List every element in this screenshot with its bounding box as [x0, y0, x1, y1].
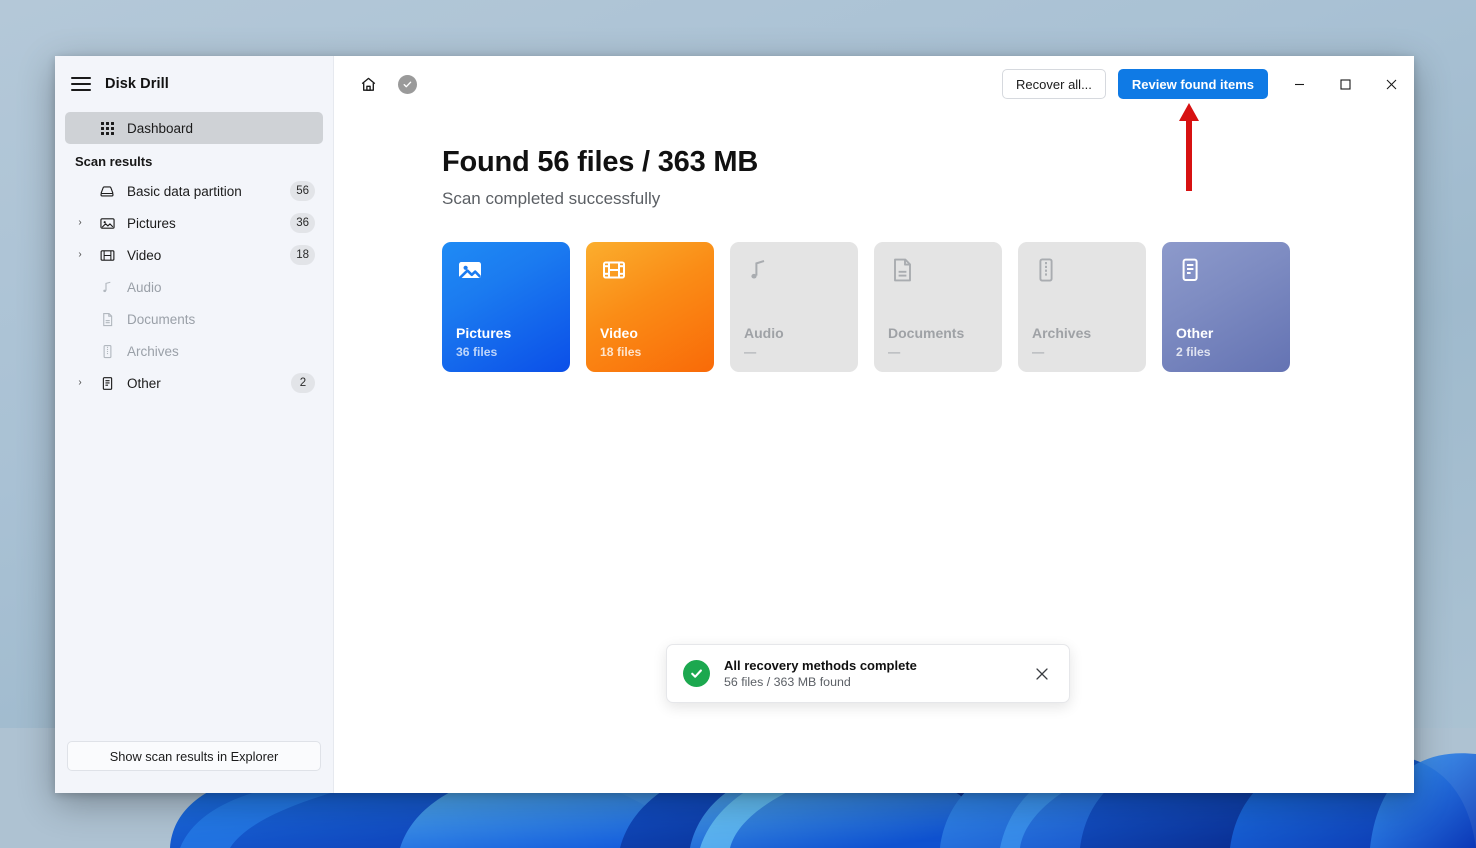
card-count: 36 files	[456, 345, 498, 359]
sidebar: Disk Drill › Dash	[55, 56, 334, 793]
chevron-right-icon[interactable]: ›	[73, 218, 87, 228]
image-icon	[456, 256, 484, 284]
card-text-block: Video 18 files	[600, 325, 700, 359]
toast-subtitle: 56 files / 363 MB found	[724, 675, 851, 689]
card-title: Video	[600, 324, 638, 341]
film-icon	[600, 256, 628, 284]
sidebar-item-label: Documents	[127, 311, 196, 327]
sidebar-nav: › Dashboard Scan results	[55, 112, 333, 729]
hamburger-icon[interactable]	[71, 77, 91, 91]
card-count: —	[1032, 345, 1045, 359]
category-card-other[interactable]: Other 2 files	[1162, 242, 1290, 372]
card-text-block: Pictures 36 files	[456, 325, 556, 359]
toolbar-right-group: Recover all... Review found items	[1002, 62, 1414, 106]
disk-icon	[97, 183, 117, 199]
sidebar-item-label: Audio	[127, 279, 162, 295]
check-circle-icon[interactable]	[398, 74, 417, 94]
archive-icon	[97, 344, 117, 359]
music-icon	[744, 256, 772, 284]
sidebar-item-label: Video	[127, 247, 162, 263]
card-title: Audio	[744, 324, 784, 341]
card-count: —	[744, 345, 757, 359]
sidebar-item-other[interactable]: › Other 2	[65, 367, 323, 399]
category-card-documents[interactable]: Documents —	[874, 242, 1002, 372]
card-count: —	[888, 345, 901, 359]
card-text-block: Archives —	[1032, 325, 1132, 359]
sidebar-item-audio[interactable]: › Audio	[65, 271, 323, 303]
toast-body: All recovery methods complete 56 files /…	[724, 658, 1015, 689]
sidebar-item-label: Basic data partition	[127, 183, 242, 199]
sidebar-item-label: Dashboard	[127, 120, 194, 136]
sidebar-item-badge: 36	[290, 213, 315, 233]
sidebar-item-video[interactable]: › Video 18	[65, 239, 323, 271]
recover-all-button[interactable]: Recover all...	[1002, 69, 1106, 99]
sidebar-item-pictures[interactable]: › Pictures 36	[65, 207, 323, 239]
sidebar-item-label: Pictures	[127, 215, 176, 231]
card-text-block: Other 2 files	[1176, 325, 1276, 359]
scan-summary: Found 56 files / 363 MB Scan completed s…	[334, 112, 1414, 372]
film-icon	[97, 248, 117, 263]
card-text-block: Audio —	[744, 325, 844, 359]
chevron-right-icon[interactable]: ›	[73, 378, 87, 388]
window-controls	[1276, 62, 1414, 106]
sidebar-item-documents[interactable]: › Documents	[65, 303, 323, 335]
show-scan-results-in-explorer-button[interactable]: Show scan results in Explorer	[67, 741, 321, 771]
chevron-right-icon[interactable]: ›	[73, 250, 87, 260]
category-card-audio[interactable]: Audio —	[730, 242, 858, 372]
category-card-grid: Pictures 36 files Video 18 files Audio —…	[442, 242, 1414, 372]
sidebar-item-badge: 56	[290, 181, 315, 201]
category-card-archives[interactable]: Archives —	[1018, 242, 1146, 372]
other-icon	[1176, 256, 1204, 284]
toast-notification: All recovery methods complete 56 files /…	[666, 644, 1070, 703]
sidebar-item-badge: 2	[291, 373, 315, 393]
page-subtitle: Scan completed successfully	[442, 189, 661, 208]
category-card-pictures[interactable]: Pictures 36 files	[442, 242, 570, 372]
review-found-items-button[interactable]: Review found items	[1117, 69, 1268, 99]
image-icon	[97, 216, 117, 231]
card-count: 18 files	[600, 345, 642, 359]
document-icon	[97, 312, 117, 327]
disk-drill-window: Disk Drill › Dash	[55, 56, 1414, 793]
sidebar-header: Disk Drill	[55, 56, 333, 112]
music-icon	[97, 280, 117, 295]
document-icon	[888, 256, 916, 284]
home-icon[interactable]	[356, 72, 380, 96]
card-title: Other	[1176, 324, 1214, 341]
minimize-button[interactable]	[1276, 62, 1322, 106]
toolbar-left-group	[356, 72, 417, 96]
sidebar-item-archives[interactable]: › Archives	[65, 335, 323, 367]
card-count: 2 files	[1176, 345, 1211, 359]
card-text-block: Documents —	[888, 325, 988, 359]
archive-icon	[1032, 256, 1060, 284]
sidebar-section-scan-results: Scan results	[75, 154, 153, 169]
maximize-button[interactable]	[1322, 62, 1368, 106]
card-title: Archives	[1032, 324, 1092, 341]
toolbar: Recover all... Review found items	[334, 56, 1414, 112]
success-check-icon	[683, 660, 710, 687]
app-title: Disk Drill	[105, 76, 169, 92]
card-title: Pictures	[456, 324, 512, 341]
toast-title: All recovery methods complete	[724, 658, 917, 673]
close-icon[interactable]	[1029, 661, 1055, 687]
desktop: Disk Drill › Dash	[0, 0, 1476, 848]
grid-icon	[97, 121, 117, 135]
sidebar-item-badge: 18	[290, 245, 315, 265]
main-pane: Recover all... Review found items Found …	[334, 56, 1414, 793]
other-icon	[97, 376, 117, 391]
card-title: Documents	[888, 324, 965, 341]
sidebar-item-label: Other	[127, 375, 161, 391]
category-card-video[interactable]: Video 18 files	[586, 242, 714, 372]
close-button[interactable]	[1368, 62, 1414, 106]
sidebar-item-dashboard[interactable]: › Dashboard	[65, 112, 323, 144]
sidebar-footer: Show scan results in Explorer	[55, 729, 333, 793]
sidebar-item-basic-data-partition[interactable]: › Basic data partition 56	[65, 175, 323, 207]
sidebar-item-label: Archives	[127, 343, 179, 359]
page-title: Found 56 files / 363 MB	[442, 146, 759, 178]
